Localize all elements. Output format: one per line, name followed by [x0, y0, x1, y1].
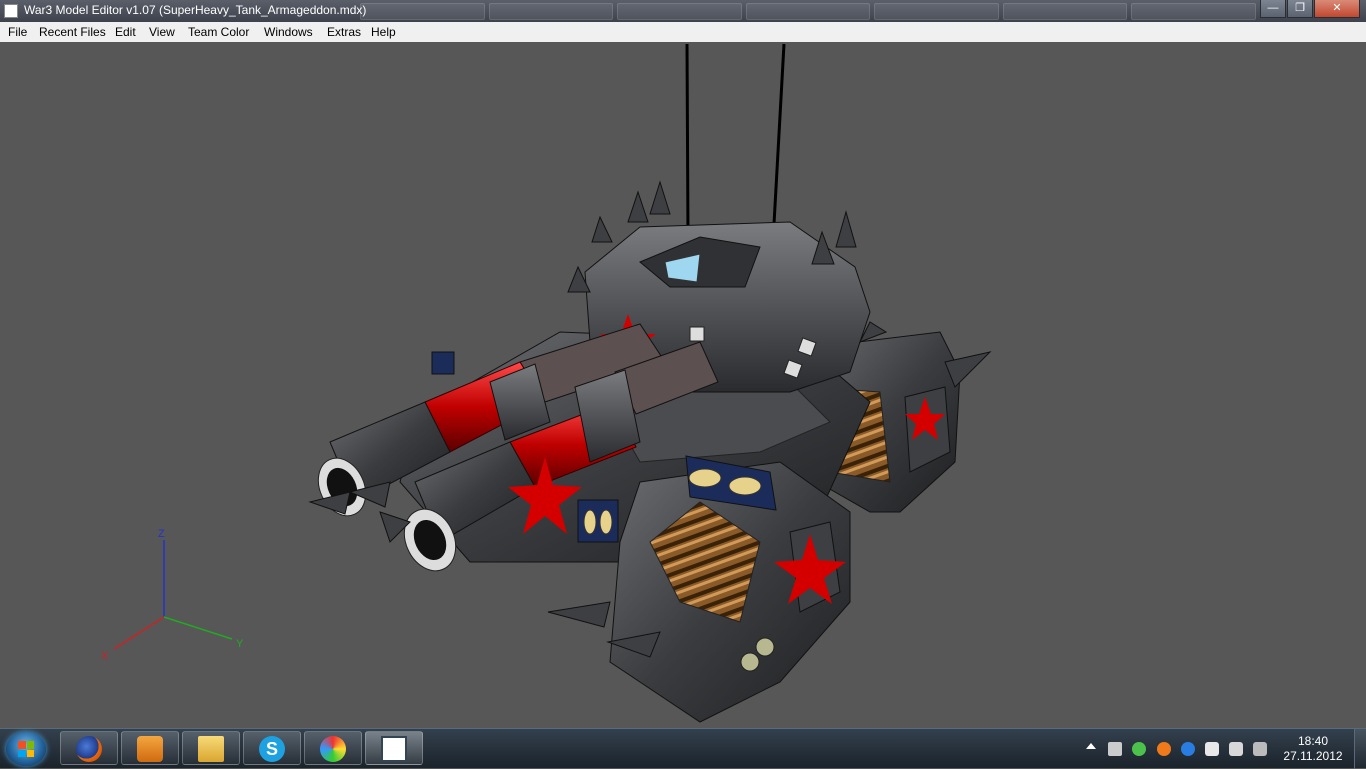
window-title: War3 Model Editor v1.07 (SuperHeavy_Tank… — [24, 3, 367, 17]
file-explorer-icon — [198, 736, 224, 762]
taskbar-media-player[interactable] — [121, 731, 179, 765]
tank-model — [308, 43, 992, 723]
minimize-button[interactable]: — — [1260, 0, 1286, 18]
orange-app-icon[interactable] — [1157, 742, 1171, 756]
taskbar: S 18:40 27.11.2012 — [0, 728, 1366, 769]
menu-view[interactable]: View — [149, 25, 175, 39]
taskbar-skype[interactable]: S — [243, 731, 301, 765]
model-viewport[interactable]: Z X Y — [0, 42, 1366, 728]
title-bar: War3 Model Editor v1.07 (SuperHeavy_Tank… — [0, 0, 1366, 22]
media-player-icon — [137, 736, 163, 762]
clock-time: 18:40 — [1297, 734, 1329, 748]
menu-file[interactable]: File — [8, 25, 27, 39]
axis-gizmo: Z X Y — [101, 528, 244, 662]
y-axis-label: Y — [236, 638, 244, 650]
menu-extras[interactable]: Extras — [327, 25, 361, 39]
clock-date: 27.11.2012 — [1283, 749, 1343, 763]
firefox-icon — [76, 736, 102, 762]
taskbar-file-explorer[interactable] — [182, 731, 240, 765]
menu-edit[interactable]: Edit — [115, 25, 136, 39]
x-axis — [113, 616, 165, 650]
windows-logo-icon — [18, 741, 34, 757]
show-hidden-icons-icon[interactable] — [1086, 743, 1096, 749]
ghost-tab — [1131, 3, 1257, 20]
start-button[interactable] — [6, 732, 46, 766]
taskbar-paint[interactable] — [304, 731, 362, 765]
ghost-tab — [360, 3, 485, 20]
maximize-button[interactable]: ❐ — [1287, 0, 1313, 18]
battery-icon[interactable] — [1229, 742, 1243, 756]
ghost-tab — [488, 3, 614, 20]
model-editor-icon — [381, 736, 407, 762]
system-clock[interactable]: 18:40 27.11.2012 — [1278, 734, 1348, 764]
menu-recent-files[interactable]: Recent Files — [39, 25, 106, 39]
ghost-tab — [1002, 3, 1128, 20]
volume-icon[interactable] — [1108, 742, 1122, 756]
paint-icon — [320, 736, 346, 762]
viewport-canvas[interactable]: Z X Y — [0, 42, 1366, 728]
menu-bar: File Recent Files Edit View Team Color W… — [0, 22, 1366, 43]
menu-windows[interactable]: Windows — [264, 25, 313, 39]
ghost-tab — [874, 3, 999, 20]
network-flag-icon[interactable] — [1205, 742, 1219, 756]
z-axis-label: Z — [158, 528, 165, 540]
ghost-tab — [745, 3, 871, 20]
x-axis-label: X — [101, 650, 109, 662]
title-bar-background-tabs — [360, 3, 1257, 20]
ghost-tab — [617, 3, 742, 20]
app-icon — [4, 4, 18, 18]
blue-app-icon[interactable] — [1181, 742, 1195, 756]
taskbar-firefox[interactable] — [60, 731, 118, 765]
skype-icon: S — [259, 736, 285, 762]
action-center-icon[interactable] — [1253, 742, 1267, 756]
y-axis — [163, 616, 233, 640]
green-app-icon[interactable] — [1132, 742, 1146, 756]
menu-help[interactable]: Help — [371, 25, 396, 39]
close-button[interactable]: ✕ — [1314, 0, 1360, 18]
show-desktop-button[interactable] — [1354, 729, 1366, 769]
menu-team-color[interactable]: Team Color — [188, 25, 249, 39]
taskbar-model-editor[interactable] — [365, 731, 423, 765]
